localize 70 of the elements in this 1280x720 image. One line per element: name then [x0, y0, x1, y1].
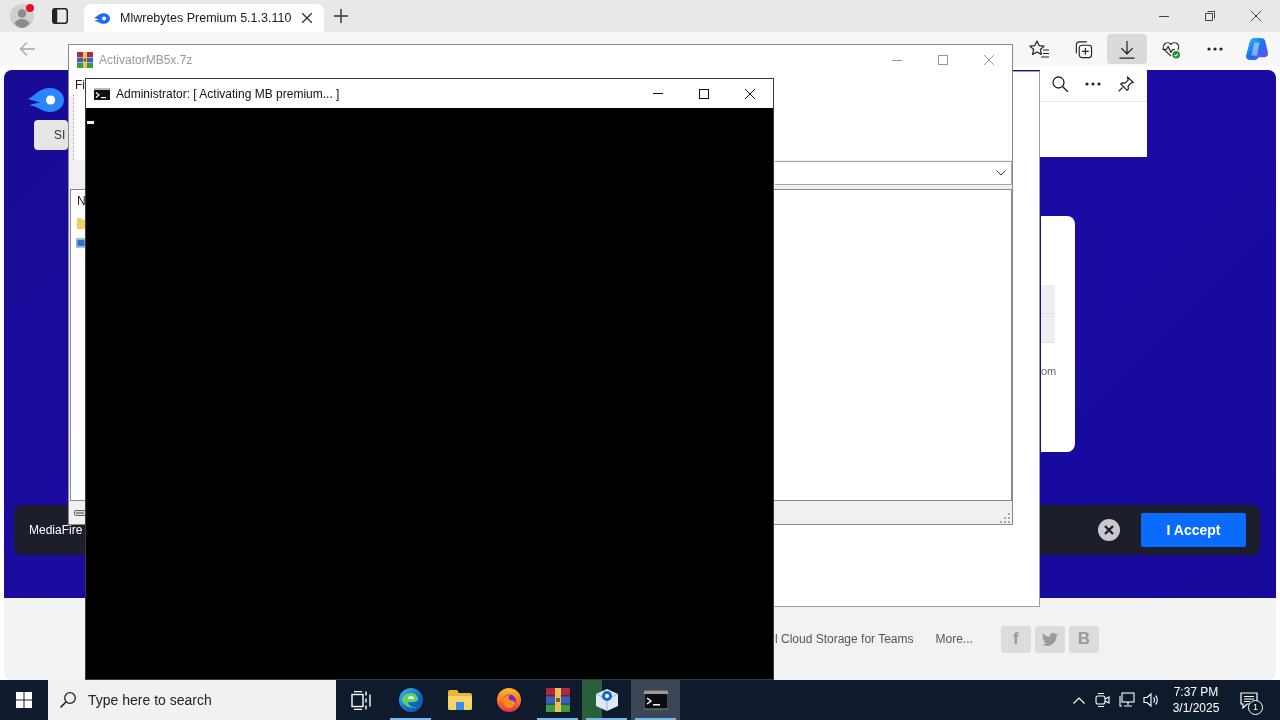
minimize-icon	[1159, 15, 1169, 17]
new-tab-button[interactable]	[331, 6, 351, 26]
wave-logo-icon	[398, 688, 423, 712]
flame-globe-icon	[496, 688, 521, 712]
input-field[interactable]	[1041, 314, 1055, 343]
cookie-text: MediaFire	[29, 524, 83, 536]
footer-link[interactable]: More...	[935, 632, 973, 646]
search-field[interactable]: Type here to search	[48, 680, 336, 720]
browser-tab[interactable]: Mlwrebytes Premium 5.1.3.110	[84, 4, 324, 32]
network-icon	[1119, 692, 1135, 708]
close-icon	[745, 88, 755, 99]
column-header[interactable]: N	[77, 190, 86, 212]
restore-icon	[1205, 11, 1215, 21]
books-stack-icon	[77, 52, 93, 68]
flame-logo-icon	[94, 12, 110, 24]
maximize-icon	[699, 88, 709, 99]
profile-button[interactable]	[8, 2, 36, 30]
notifications-button[interactable]: 1	[1232, 680, 1266, 720]
clock-date[interactable]: 3/1/2025	[1172, 700, 1220, 716]
books-stack-icon	[545, 688, 570, 712]
file-icon	[76, 238, 86, 248]
heart-pulse-icon	[1161, 39, 1181, 59]
sign-in-button[interactable]: SI	[34, 120, 68, 150]
task-view-icon	[351, 690, 371, 710]
download-icon	[1117, 39, 1137, 59]
pin-icon	[1118, 75, 1134, 92]
message-bubble-icon	[1240, 691, 1258, 709]
window-title: Administrator: [ Activating MB premium... ]	[116, 86, 340, 101]
more-icon	[1207, 47, 1223, 51]
accept-button[interactable]: I Accept	[1141, 513, 1246, 547]
collections-icon	[1073, 39, 1093, 59]
tab-actions-icon	[52, 8, 68, 24]
maximize-icon	[938, 55, 948, 65]
minimize-icon	[653, 93, 663, 94]
gradient-logo-icon	[1246, 38, 1268, 60]
chevron-down-icon	[996, 170, 1006, 176]
windows-logo-icon	[16, 692, 32, 708]
clock-time[interactable]: 7:37 PM	[1173, 684, 1219, 700]
taskbar-app-button[interactable]	[631, 680, 680, 720]
avatar-icon	[10, 4, 34, 28]
close-icon	[1098, 519, 1120, 541]
card-text: om	[1041, 365, 1057, 377]
volume-icon	[1143, 692, 1159, 708]
text-cursor-icon	[87, 121, 94, 124]
input-field[interactable]	[1041, 285, 1055, 314]
close-icon	[302, 13, 312, 23]
tab-title: Mlwrebytes Premium 5.1.3.110	[120, 11, 292, 25]
dismiss-button[interactable]	[1098, 519, 1120, 541]
more-icon	[1085, 81, 1101, 86]
toolbar-button[interactable]	[1107, 34, 1147, 64]
window-title: ActivatorMB5x.7z	[99, 53, 193, 67]
footer-link[interactable]: l Cloud Storage for Teams	[775, 632, 914, 646]
close-icon	[1251, 11, 1261, 21]
plus-icon	[334, 9, 348, 23]
notification-count: 1	[1248, 700, 1263, 715]
folder-icon	[447, 688, 472, 712]
close-icon	[984, 55, 994, 65]
search-icon	[1052, 75, 1068, 92]
terminal-icon	[643, 688, 668, 712]
minimize-icon	[892, 59, 902, 61]
bird-icon	[1041, 632, 1058, 646]
terminal-icon	[94, 87, 110, 100]
menu-item[interactable]: Fi	[75, 78, 85, 92]
star-list-icon	[1029, 39, 1049, 59]
back-arrow-icon	[19, 41, 35, 57]
chevron-up-icon	[1073, 696, 1085, 704]
search-icon	[60, 692, 76, 708]
resize-grip-icon	[1000, 513, 1010, 523]
camera-icon	[1095, 692, 1111, 708]
box-icon	[594, 688, 619, 712]
